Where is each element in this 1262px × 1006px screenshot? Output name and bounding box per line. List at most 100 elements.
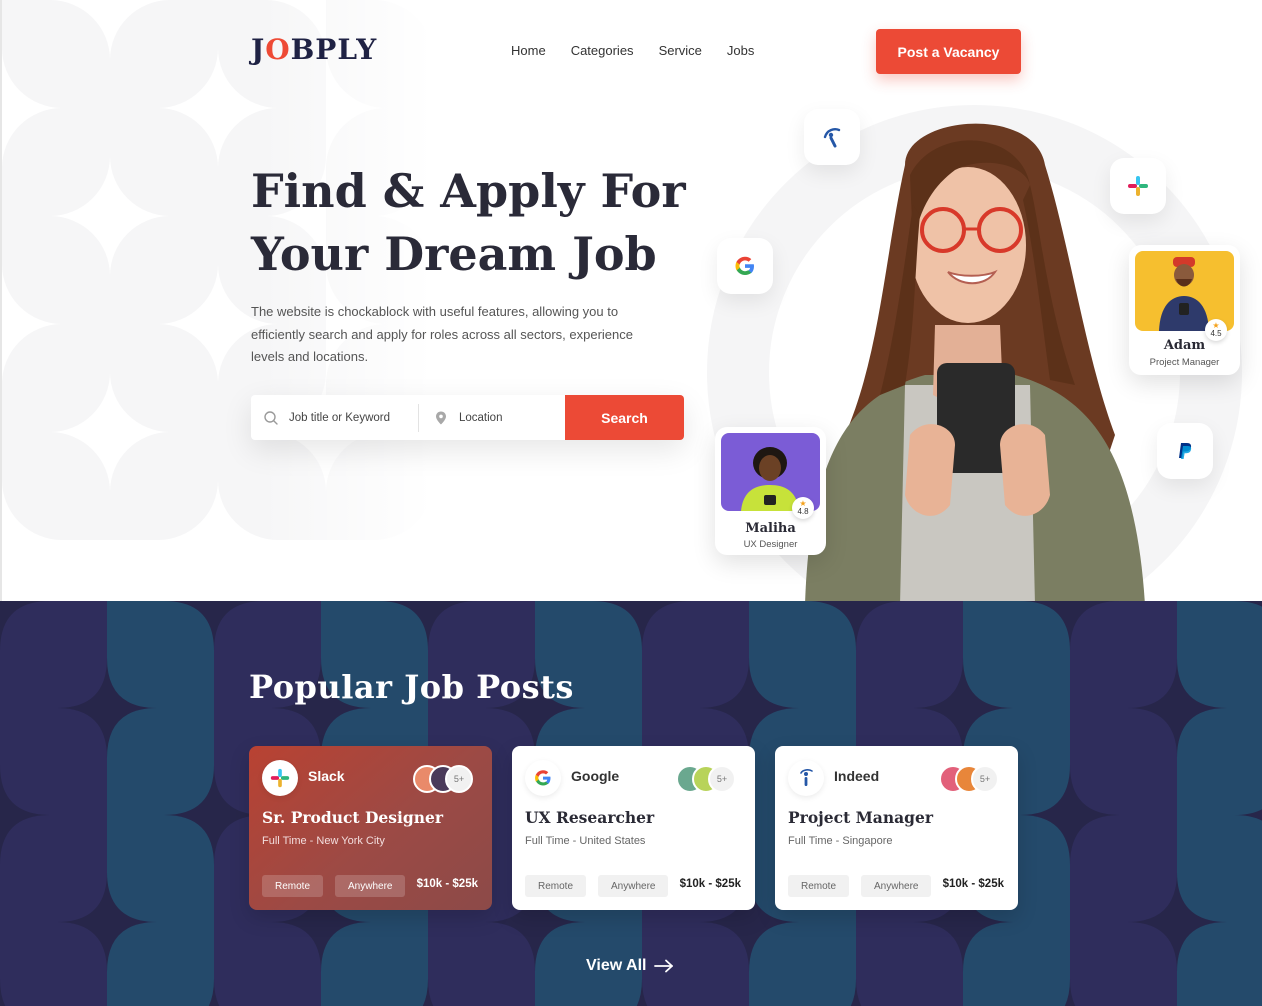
applicant-count: 5+ xyxy=(445,765,473,793)
job-card-google[interactable]: Google 5+ UX Researcher Full Time - Unit… xyxy=(512,746,755,910)
indeed-icon xyxy=(823,128,841,148)
page: JOBPLY Home Categories Service Jobs Post… xyxy=(0,0,1262,1006)
keyword-input[interactable]: Job title or Keyword xyxy=(289,412,390,424)
post-vacancy-button[interactable]: Post a Vacancy xyxy=(876,29,1021,74)
job-meta: Full Time - New York City xyxy=(262,835,385,847)
pattern-leaf xyxy=(856,601,963,708)
pattern-leaf xyxy=(642,601,749,708)
pattern-leaf xyxy=(1070,601,1177,708)
pattern-leaf xyxy=(1070,708,1177,815)
applicant-count: 5+ xyxy=(971,765,999,793)
logo[interactable]: JOBPLY xyxy=(251,33,377,66)
adam-role: Project Manager xyxy=(1149,357,1220,368)
nav-categories[interactable]: Categories xyxy=(571,43,634,58)
job-title[interactable]: UX Researcher xyxy=(525,808,654,827)
pattern-leaf xyxy=(321,922,428,1006)
slack-logo xyxy=(262,760,298,796)
maliha-name: Maliha xyxy=(745,521,796,536)
pattern-leaf xyxy=(1070,815,1177,922)
slack-icon xyxy=(270,768,290,788)
applicant-avatars[interactable]: 5+ xyxy=(413,765,473,793)
nav-home[interactable]: Home xyxy=(511,43,546,58)
tag-remote: Remote xyxy=(525,875,587,897)
maliha-role: UX Designer xyxy=(743,539,798,550)
indeed-logo xyxy=(788,760,824,796)
tag-anywhere: Anywhere xyxy=(335,875,406,897)
slack-bubble xyxy=(1110,158,1166,214)
company-name: Google xyxy=(571,768,620,784)
salary: $10k - $25k xyxy=(942,878,1004,890)
pattern-leaf xyxy=(107,708,214,815)
job-title[interactable]: Sr. Product Designer xyxy=(262,808,443,827)
paypal-bubble xyxy=(1157,423,1213,479)
hero-woman-photo xyxy=(805,123,1145,601)
company-name: Indeed xyxy=(834,768,880,784)
applicant-count: 5+ xyxy=(708,765,736,793)
pattern-leaf xyxy=(107,601,214,708)
salary: $10k - $25k xyxy=(679,878,741,890)
salary: $10k - $25k xyxy=(416,878,478,890)
pattern-leaf xyxy=(107,815,214,922)
company-name: Slack xyxy=(308,768,345,784)
adam-name: Adam xyxy=(1163,338,1206,353)
maliha-rating: ★ 4.8 xyxy=(792,497,814,519)
main-nav: Home Categories Service Jobs xyxy=(511,43,754,58)
location-pin-icon xyxy=(436,411,446,424)
hero-title-line1: Find & Apply For xyxy=(251,164,686,218)
keyword-field[interactable]: Job title or Keyword xyxy=(251,403,419,432)
paypal-icon xyxy=(1179,443,1192,459)
pattern-leaf xyxy=(749,922,856,1006)
pattern-leaf xyxy=(856,922,963,1006)
pattern-leaf xyxy=(963,601,1070,708)
job-title[interactable]: Project Manager xyxy=(788,808,933,827)
hero-title: Find & Apply For Your Dream Job xyxy=(251,160,721,286)
location-input[interactable]: Location xyxy=(459,412,502,424)
tag-anywhere: Anywhere xyxy=(598,875,669,897)
popular-jobs-title: Popular Job Posts xyxy=(249,668,574,706)
applicant-avatars[interactable]: 5+ xyxy=(676,765,736,793)
location-field[interactable]: Location xyxy=(419,395,565,440)
job-meta: Full Time - Singapore xyxy=(788,835,893,847)
job-search-bar: Job title or Keyword Location Search xyxy=(251,395,684,440)
profile-card-maliha[interactable]: ★ 4.8 Maliha UX Designer xyxy=(715,427,826,555)
google-logo xyxy=(525,760,561,796)
search-icon xyxy=(264,410,278,425)
tag-anywhere: Anywhere xyxy=(861,875,932,897)
slack-icon xyxy=(1128,176,1148,196)
pattern-leaf xyxy=(0,601,107,708)
hero-section: JOBPLY Home Categories Service Jobs Post… xyxy=(0,0,1262,601)
pattern-leaf xyxy=(428,922,535,1006)
pattern-leaf xyxy=(963,922,1070,1006)
pattern-leaf xyxy=(107,922,214,1006)
hero-description: The website is chockablock with useful f… xyxy=(251,304,634,364)
pattern-leaf xyxy=(0,922,107,1006)
view-all-label: View All xyxy=(586,957,647,974)
job-card-indeed[interactable]: Indeed 5+ Project Manager Full Time - Si… xyxy=(775,746,1018,910)
profile-card-adam[interactable]: ★ 4.5 Adam Project Manager xyxy=(1129,245,1240,375)
indeed-icon xyxy=(800,769,813,786)
applicant-avatars[interactable]: 5+ xyxy=(939,765,999,793)
google-bubble xyxy=(717,238,773,294)
pattern-leaf xyxy=(0,708,107,815)
job-meta: Full Time - United States xyxy=(525,835,646,847)
job-card-slack[interactable]: Slack 5+ Sr. Product Designer Full Time … xyxy=(249,746,492,910)
pattern-leaf xyxy=(0,815,107,922)
google-icon xyxy=(735,256,754,275)
pattern-leaf xyxy=(1177,815,1262,922)
pattern-leaf xyxy=(1177,708,1262,815)
pattern-leaf xyxy=(1070,922,1177,1006)
arrow-right-icon xyxy=(654,959,674,973)
pattern-leaf xyxy=(214,922,321,1006)
hero-title-line2: Your Dream Job xyxy=(251,227,657,281)
view-all-link[interactable]: View All xyxy=(586,957,674,975)
indeed-bubble xyxy=(804,109,860,165)
tag-remote: Remote xyxy=(262,875,324,897)
google-icon xyxy=(535,770,551,786)
pattern-leaf xyxy=(1177,601,1262,708)
tag-remote: Remote xyxy=(788,875,850,897)
pattern-leaf xyxy=(749,601,856,708)
nav-service[interactable]: Service xyxy=(659,43,702,58)
search-button[interactable]: Search xyxy=(565,395,684,440)
nav-jobs[interactable]: Jobs xyxy=(727,43,754,58)
pattern-leaf xyxy=(1177,922,1262,1006)
